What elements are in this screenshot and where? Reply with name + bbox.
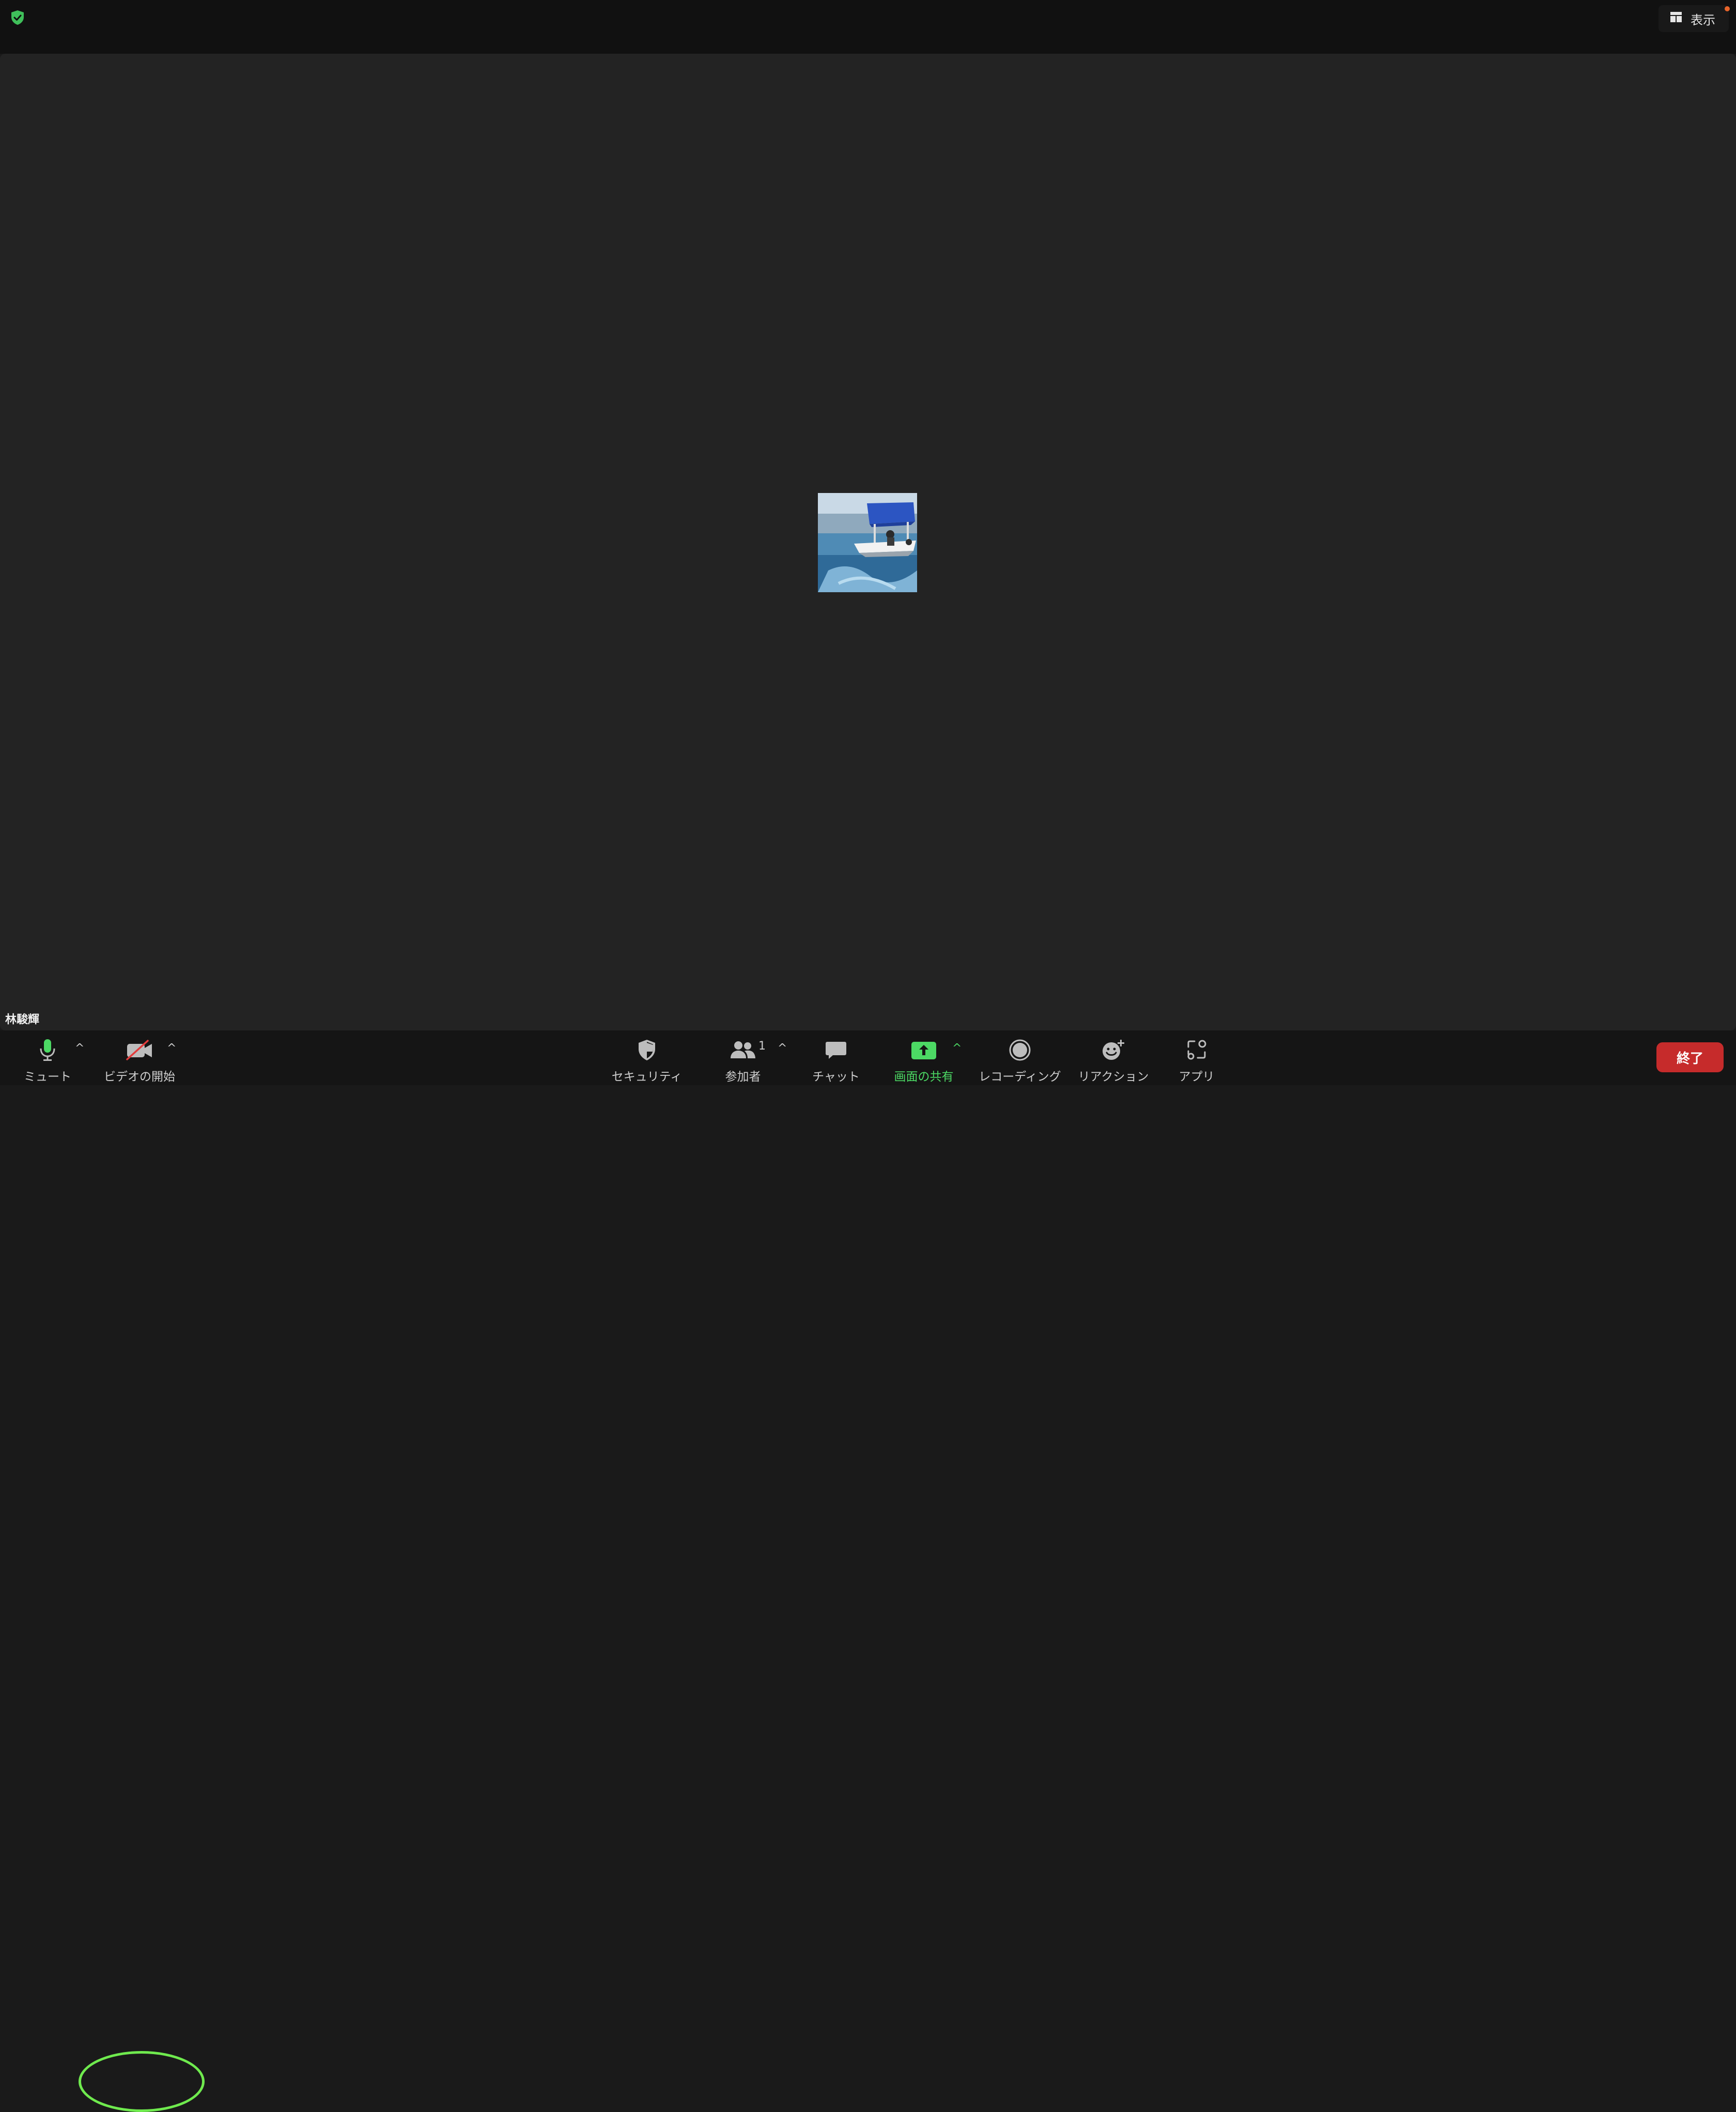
share-screen-icon [910, 1037, 937, 1063]
recording-button[interactable]: レコーディング [977, 1030, 1063, 1085]
start-video-label: ビデオの開始 [104, 1070, 175, 1084]
apps-label: アプリ [1179, 1070, 1215, 1084]
chat-button[interactable]: チャット [806, 1030, 866, 1085]
share-options-caret[interactable]: ^ [952, 1042, 962, 1055]
shield-icon [637, 1037, 657, 1063]
emoji-plus-icon [1101, 1037, 1126, 1063]
participant-avatar [818, 493, 917, 592]
end-meeting-button[interactable]: 終了 [1656, 1042, 1724, 1072]
participants-count: 1 [758, 1040, 766, 1053]
participants-options-caret[interactable]: ^ [778, 1042, 787, 1055]
annotation-highlight-ring [79, 2051, 205, 2112]
grid-icon [1670, 11, 1682, 26]
video-off-icon [125, 1037, 154, 1063]
record-icon [1009, 1037, 1031, 1063]
view-button[interactable]: 表示 [1659, 5, 1730, 32]
apps-button[interactable]: アプリ [1171, 1030, 1222, 1085]
participant-name-label: 林駿輝 [5, 1013, 40, 1026]
view-label: 表示 [1691, 12, 1715, 27]
apps-icon [1185, 1037, 1208, 1063]
encryption-shield-icon[interactable] [9, 9, 26, 26]
mute-label: ミュート [24, 1070, 71, 1084]
top-bar: 表示 [0, 0, 1736, 54]
video-options-caret[interactable]: ^ [167, 1042, 176, 1055]
security-button[interactable]: セキュリティ [605, 1030, 689, 1085]
audio-options-caret[interactable]: ^ [75, 1042, 84, 1055]
reactions-button[interactable]: リアクション [1077, 1030, 1150, 1085]
reactions-label: リアクション [1078, 1070, 1149, 1084]
mute-button[interactable]: ミュート [22, 1030, 73, 1085]
recording-label: レコーディング [979, 1070, 1061, 1084]
participants-label: 参加者 [725, 1070, 761, 1084]
start-video-button[interactable]: ビデオの開始 [103, 1030, 176, 1085]
chat-label: チャット [812, 1070, 860, 1084]
people-icon [729, 1037, 757, 1063]
participants-button[interactable]: 参加者 [713, 1030, 773, 1085]
share-screen-button[interactable]: 画面の共有 [889, 1030, 959, 1085]
share-screen-label: 画面の共有 [894, 1070, 954, 1084]
chat-bubble-icon [825, 1037, 847, 1063]
microphone-icon [38, 1037, 57, 1063]
security-label: セキュリティ [611, 1070, 683, 1084]
notification-dot [1725, 6, 1730, 11]
meeting-toolbar: ミュート ^ ビデオの開始 ^ セキュリティ 参加者 1 ^ チャット 画面の共… [0, 1030, 1736, 2112]
